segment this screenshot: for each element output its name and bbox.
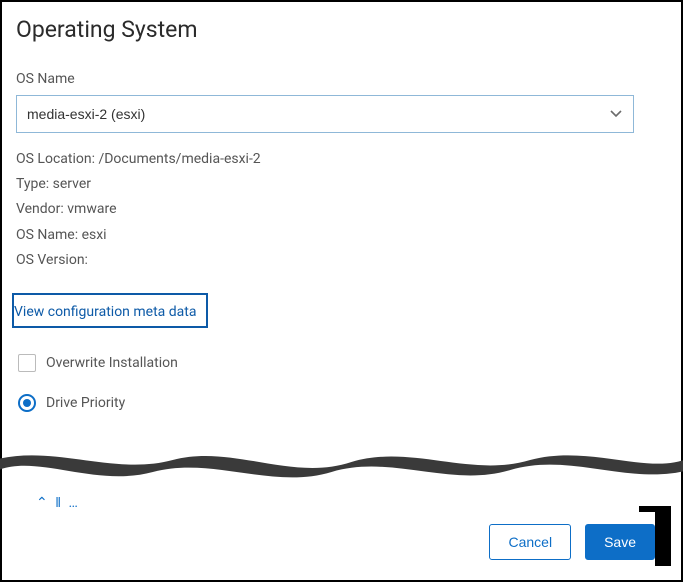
view-config-meta-link[interactable]: View configuration meta data xyxy=(14,304,196,320)
detail-os-name: OS Name: esxi xyxy=(16,223,669,248)
os-name-label: OS Name xyxy=(16,71,669,87)
cancel-button[interactable]: Cancel xyxy=(489,524,571,560)
drive-priority-row: Drive Priority xyxy=(18,394,669,412)
detail-vendor: Vendor: vmware xyxy=(16,197,669,222)
truncated-content-indicator: ⌃ ‖ … xyxy=(36,494,669,511)
os-name-select[interactable]: media-esxi-2 (esxi) xyxy=(16,95,634,133)
detail-os-version: OS Version: xyxy=(16,248,669,273)
os-name-select-button[interactable]: media-esxi-2 (esxi) xyxy=(16,95,634,133)
os-details: OS Location: /Documents/media-esxi-2 Typ… xyxy=(16,147,669,273)
detail-type: Type: server xyxy=(16,172,669,197)
drive-priority-radio[interactable] xyxy=(18,394,36,412)
view-config-meta-highlight: View configuration meta data xyxy=(12,293,208,328)
detail-os-location: OS Location: /Documents/media-esxi-2 xyxy=(16,147,669,172)
save-button[interactable]: Save xyxy=(585,524,655,560)
page-title: Operating System xyxy=(16,16,669,43)
torn-edge-decoration xyxy=(0,442,683,492)
drive-priority-label: Drive Priority xyxy=(46,395,125,411)
overwrite-installation-label: Overwrite Installation xyxy=(46,355,178,371)
corner-decoration xyxy=(655,512,671,566)
overwrite-installation-checkbox[interactable] xyxy=(18,354,36,372)
footer-actions: Cancel Save xyxy=(489,524,655,560)
overwrite-installation-row: Overwrite Installation xyxy=(18,354,669,372)
